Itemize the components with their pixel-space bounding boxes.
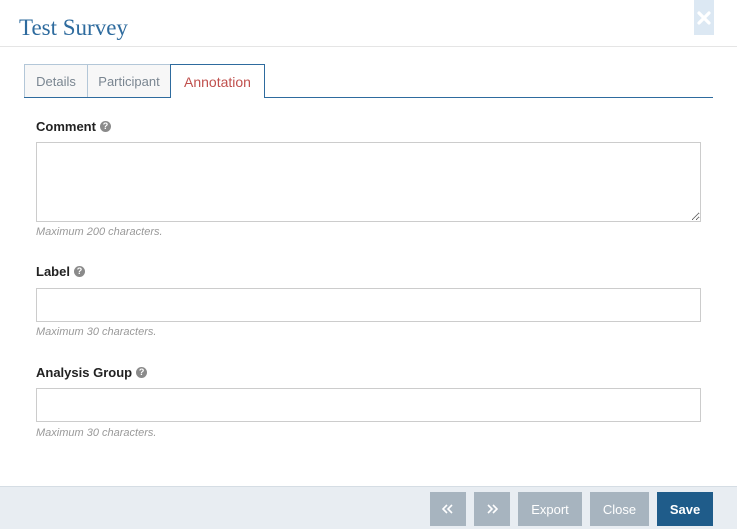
label-input[interactable]	[36, 288, 701, 322]
analysis-group-label: Analysis Group ?	[36, 365, 148, 380]
double-chevron-left-icon	[442, 504, 454, 514]
label-field-label: Label ?	[36, 264, 85, 279]
help-icon[interactable]: ?	[136, 367, 148, 378]
export-button[interactable]: Export	[518, 492, 582, 526]
analysis-group-hint: Maximum 30 characters.	[36, 427, 157, 439]
close-icon	[697, 10, 711, 25]
previous-button[interactable]	[430, 492, 466, 526]
help-icon[interactable]: ?	[99, 121, 111, 132]
label-field-label-text: Label	[36, 264, 70, 279]
next-button[interactable]	[474, 492, 510, 526]
close-dialog-button[interactable]	[694, 0, 714, 35]
comment-label-text: Comment	[36, 119, 96, 134]
analysis-group-input[interactable]	[36, 388, 701, 422]
comment-textarea[interactable]	[36, 142, 701, 222]
analysis-group-label-text: Analysis Group	[36, 365, 133, 380]
tab-participant[interactable]: Participant	[87, 64, 171, 97]
help-icon[interactable]: ?	[73, 266, 85, 277]
double-chevron-right-icon	[486, 504, 498, 514]
comment-label: Comment ?	[36, 119, 111, 134]
tab-annotation[interactable]: Annotation	[170, 64, 265, 98]
dialog-header: Test Survey	[0, 0, 737, 47]
dialog-title: Test Survey	[19, 15, 128, 40]
comment-hint: Maximum 200 characters.	[36, 226, 163, 238]
save-button[interactable]: Save	[657, 492, 713, 526]
close-button[interactable]: Close	[590, 492, 649, 526]
tab-details[interactable]: Details	[24, 64, 88, 97]
label-hint: Maximum 30 characters.	[36, 326, 157, 338]
tab-bar: Details Participant Annotation	[24, 64, 713, 98]
